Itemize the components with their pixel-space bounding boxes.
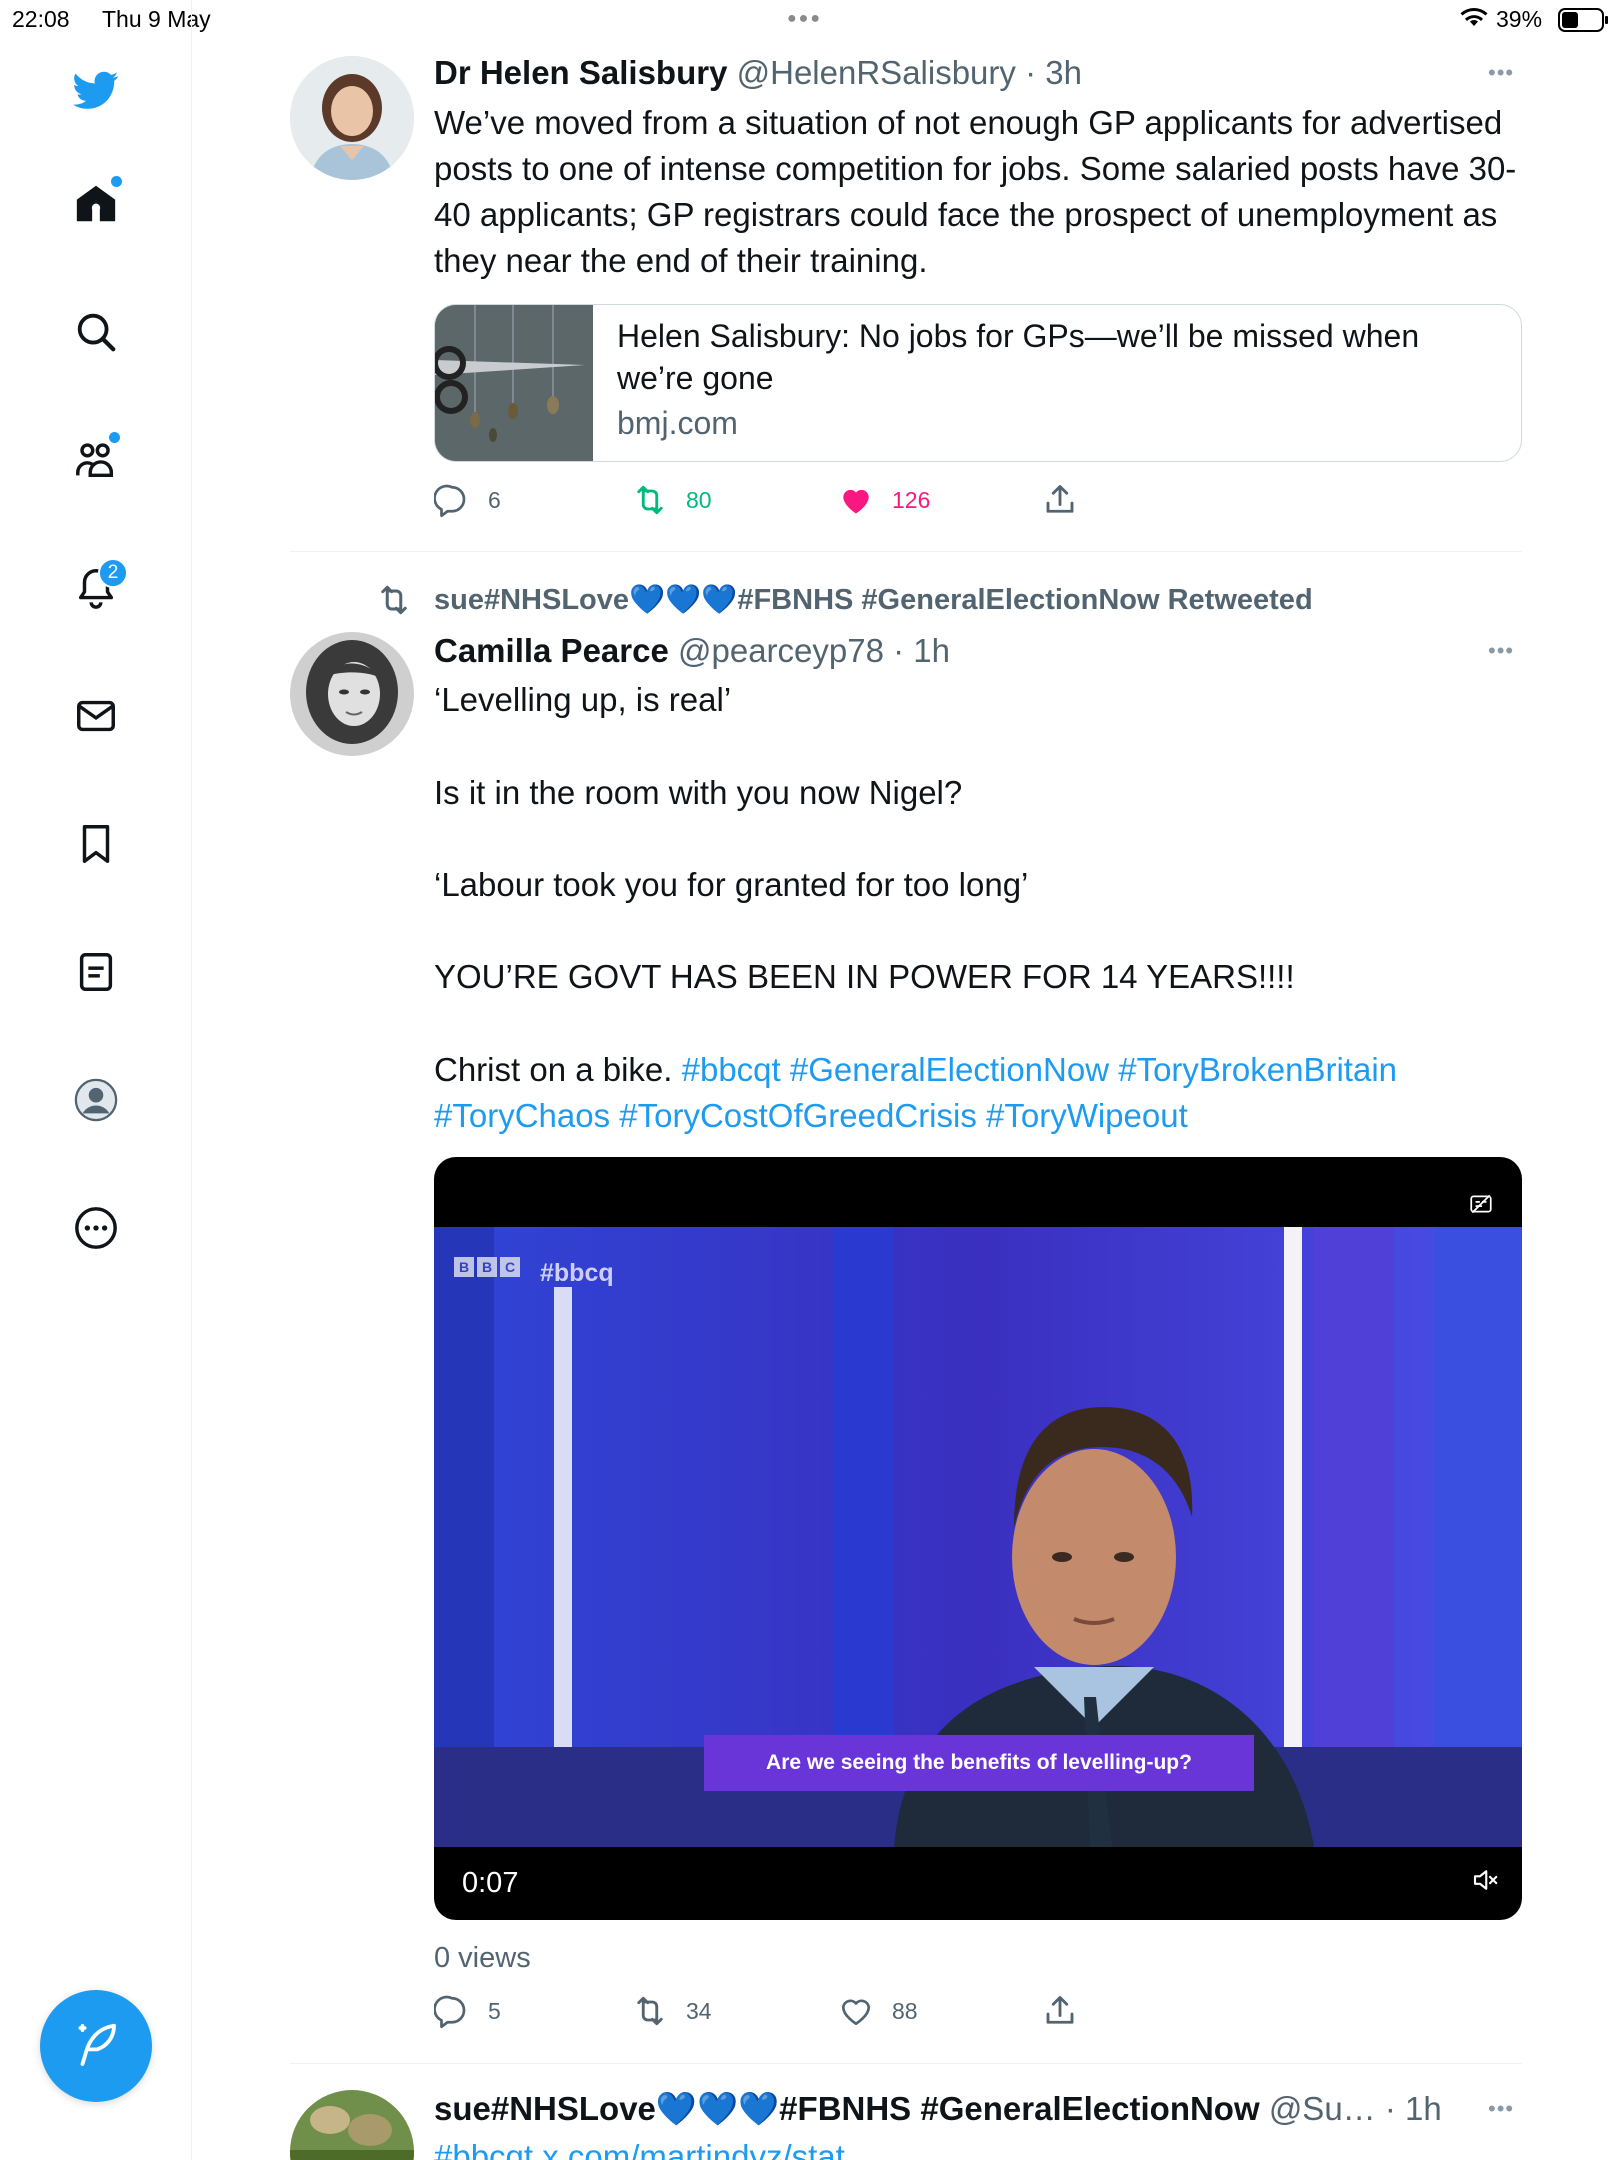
- tweet-line-with-hashtags: Christ on a bike. #bbcqt #GeneralElectio…: [434, 1047, 1524, 1093]
- tweet-header: sue#NHSLove💙💙💙#FBNHS #GeneralElectionNow…: [434, 2090, 1442, 2129]
- tweet-more-icon[interactable]: •••: [1488, 60, 1514, 86]
- retweet-small-icon: [381, 585, 407, 615]
- author-name[interactable]: Dr Helen Salisbury: [434, 54, 727, 91]
- tweet-line: YOU’RE GOVT HAS BEEN IN POWER FOR 14 YEA…: [434, 958, 1295, 995]
- tweet-line: Is it in the room with you now Nigel?: [434, 774, 963, 811]
- tweet-text[interactable]: #bbcqt x.com/martindyz/stat: [434, 2134, 1524, 2160]
- tweet-actions: 6 80 126: [434, 482, 1534, 522]
- wifi-icon: [1460, 6, 1488, 34]
- retweet-icon: [637, 1996, 663, 2026]
- tweet-divider: [290, 551, 1522, 552]
- avatar-camilla-pearce[interactable]: [290, 632, 414, 756]
- tweet-time[interactable]: · 1h: [1385, 2090, 1442, 2127]
- heart-outline-icon: [841, 1999, 871, 2026]
- reply-count: 6: [488, 486, 501, 513]
- link-card[interactable]: Helen Salisbury: No jobs for GPs—we’ll b…: [434, 304, 1522, 462]
- tweet-header: Dr Helen Salisbury @HelenRSalisbury · 3h: [434, 54, 1082, 92]
- author-name[interactable]: sue#NHSLove💙💙💙#FBNHS #GeneralElectionNow: [434, 2090, 1260, 2127]
- bbc-programme-tag: #bbcq: [540, 1259, 614, 1287]
- retweet-button[interactable]: 80: [632, 482, 712, 518]
- compose-tweet-button[interactable]: [40, 1990, 152, 2102]
- notifications-bell-icon[interactable]: 2: [66, 558, 128, 618]
- video-player[interactable]: BBC #bbcq Are we seeing the benefits of …: [434, 1157, 1522, 1920]
- like-count: 88: [892, 1997, 918, 2024]
- link-card-image: [435, 305, 593, 461]
- retweet-icon: [637, 485, 663, 515]
- tweet-line: Christ on a bike.: [434, 1051, 673, 1088]
- home-notification-dot: [111, 176, 122, 187]
- search-icon[interactable]: [66, 302, 126, 362]
- sidebar: 2: [0, 0, 192, 2160]
- tweet-line: ‘Levelling up, is real’: [434, 681, 732, 718]
- messages-envelope-icon[interactable]: [66, 686, 126, 746]
- share-icon: [1046, 1996, 1074, 2024]
- tweet-header: Camilla Pearce @pearceyp78 · 1h: [434, 632, 950, 670]
- avatar-helen-salisbury[interactable]: [290, 56, 414, 180]
- retweet-button[interactable]: 34: [632, 1993, 712, 2029]
- author-handle[interactable]: @Su…: [1269, 2090, 1376, 2127]
- communities-notification-dot: [109, 432, 120, 443]
- view-count: 0 views: [434, 1942, 531, 1974]
- video-caption: Are we seeing the benefits of levelling-…: [704, 1735, 1254, 1791]
- bbc-logo: BBC: [454, 1257, 520, 1277]
- reply-button[interactable]: 5: [434, 1993, 501, 2029]
- twitter-logo-icon[interactable]: [66, 60, 126, 120]
- multitasking-dots-icon[interactable]: ●●●: [787, 10, 822, 28]
- profile-avatar-icon[interactable]: [66, 1070, 126, 1130]
- bookmarks-icon[interactable]: [66, 814, 126, 874]
- retweeted-by-text: sue#NHSLove💙💙💙#FBNHS #GeneralElectionNow…: [434, 584, 1313, 616]
- share-button[interactable]: [1042, 1993, 1096, 2029]
- share-button[interactable]: [1042, 482, 1096, 518]
- reply-count: 5: [488, 1997, 501, 2024]
- share-icon: [1046, 485, 1074, 513]
- mute-icon[interactable]: [1470, 1865, 1500, 1900]
- reply-button[interactable]: 6: [434, 482, 501, 518]
- author-handle[interactable]: @HelenRSalisbury: [737, 54, 1016, 91]
- link-card-domain: bmj.com: [617, 405, 738, 441]
- tweet-actions: 5 34 88: [434, 1993, 1534, 2033]
- video-frame: BBC #bbcq Are we seeing the benefits of …: [434, 1227, 1522, 1847]
- battery-percentage: 39%: [1496, 6, 1543, 32]
- reply-icon: [434, 484, 466, 518]
- more-options-icon[interactable]: [66, 1198, 126, 1258]
- notification-count-badge: 2: [98, 558, 128, 588]
- heart-filled-icon: [843, 489, 869, 514]
- tweet-divider: [290, 2063, 1522, 2064]
- hashtag-links[interactable]: #bbcqt #GeneralElectionNow #ToryBrokenBr…: [682, 1051, 1397, 1088]
- hashtag-links[interactable]: #ToryChaos #ToryCostOfGreedCrisis #ToryW…: [434, 1093, 1524, 1139]
- avatar-sue[interactable]: [290, 2090, 414, 2160]
- home-icon[interactable]: [66, 174, 126, 234]
- like-count: 126: [892, 486, 931, 513]
- tweet-time[interactable]: · 1h: [893, 632, 950, 669]
- feather-plus-icon: [78, 2023, 116, 2066]
- reply-icon: [434, 1995, 466, 2029]
- author-handle[interactable]: @pearceyp78: [678, 632, 884, 669]
- tweet-line: ‘Labour took you for granted for too lon…: [434, 866, 1029, 903]
- link-card-title: Helen Salisbury: No jobs for GPs—we’ll b…: [617, 318, 1420, 396]
- author-name[interactable]: Camilla Pearce: [434, 632, 669, 669]
- lists-icon[interactable]: [66, 942, 126, 1002]
- retweeted-by-label[interactable]: sue#NHSLove💙💙💙#FBNHS #GeneralElectionNow…: [376, 582, 1313, 618]
- communities-icon[interactable]: [66, 430, 126, 490]
- retweet-count: 80: [686, 486, 712, 513]
- battery-icon: [1558, 8, 1608, 32]
- like-button[interactable]: 126: [838, 482, 930, 518]
- tweet-text: We’ve moved from a situation of not enou…: [434, 104, 1517, 279]
- like-button[interactable]: 88: [838, 1993, 918, 2029]
- retweet-count: 34: [686, 1997, 712, 2024]
- tweet-time[interactable]: · 3h: [1025, 54, 1082, 91]
- video-duration: 0:07: [462, 1867, 519, 1899]
- tweet-more-icon[interactable]: •••: [1488, 2096, 1514, 2122]
- status-bar: 22:08 Thu 9 May ●●● 39%: [0, 0, 1620, 40]
- tweet-more-icon[interactable]: •••: [1488, 638, 1514, 664]
- video-settings-icon[interactable]: [1468, 1191, 1494, 1222]
